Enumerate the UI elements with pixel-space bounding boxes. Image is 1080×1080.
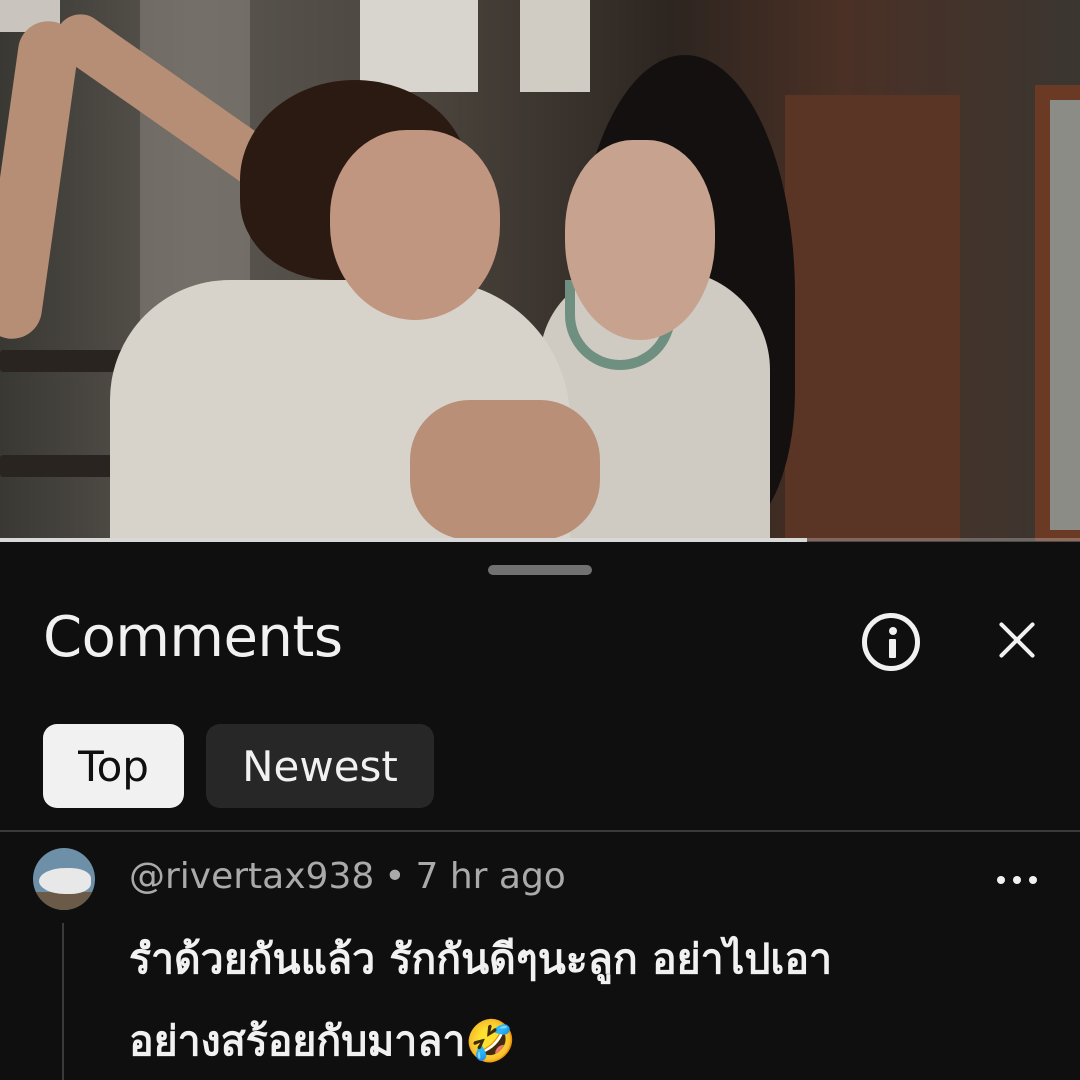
- drag-handle[interactable]: [488, 565, 592, 575]
- close-icon[interactable]: [995, 618, 1039, 662]
- avatar-ground: [33, 892, 95, 910]
- comment-author[interactable]: @rivertax938: [129, 856, 374, 897]
- comment-time: 7 hr ago: [415, 856, 566, 897]
- video-progress-fill: [0, 538, 807, 542]
- more-dot: [1029, 876, 1037, 884]
- more-dot: [1013, 876, 1021, 884]
- video-frame-door-glass: [1050, 100, 1080, 530]
- comment-meta: @rivertax938 • 7 hr ago: [129, 856, 566, 897]
- more-dot: [997, 876, 1005, 884]
- video-frame-door: [785, 95, 960, 541]
- divider: [0, 830, 1080, 832]
- info-icon-dot: [888, 627, 897, 635]
- video-frame-figure: [565, 140, 715, 340]
- more-horizontal-icon[interactable]: [997, 874, 1037, 886]
- video-progress-bar[interactable]: [0, 538, 1080, 542]
- comments-sheet: Comments Top Newest @rivertax938 • 7 hr ag…: [0, 543, 1080, 1080]
- comment-text-line: รำด้วยกันแล้ว รักกันดีๆนะลูก อย่าไปเอา: [129, 935, 833, 983]
- filter-chip-top[interactable]: Top: [43, 724, 184, 808]
- avatar[interactable]: [33, 848, 95, 910]
- thread-line: [62, 923, 64, 1080]
- video-frame-figure: [410, 400, 600, 540]
- video-frame-figure: [0, 17, 82, 343]
- video-player[interactable]: [0, 0, 1080, 541]
- video-frame-figure: [330, 130, 500, 320]
- info-icon-bar: [889, 639, 896, 658]
- info-circle-icon[interactable]: [862, 613, 920, 671]
- comment-text: รำด้วยกันแล้ว รักกันดีๆนะลูก อย่าไปเอา อ…: [129, 918, 1029, 1080]
- video-frame-window: [520, 0, 590, 92]
- meta-separator: •: [384, 856, 406, 897]
- filter-chip-newest[interactable]: Newest: [206, 724, 434, 808]
- comment-text-line: อย่างสร้อยกับมาลา🤣: [129, 1017, 517, 1065]
- comments-title: Comments: [43, 605, 343, 670]
- video-frame-window: [360, 0, 478, 92]
- avatar-shark: [39, 868, 91, 894]
